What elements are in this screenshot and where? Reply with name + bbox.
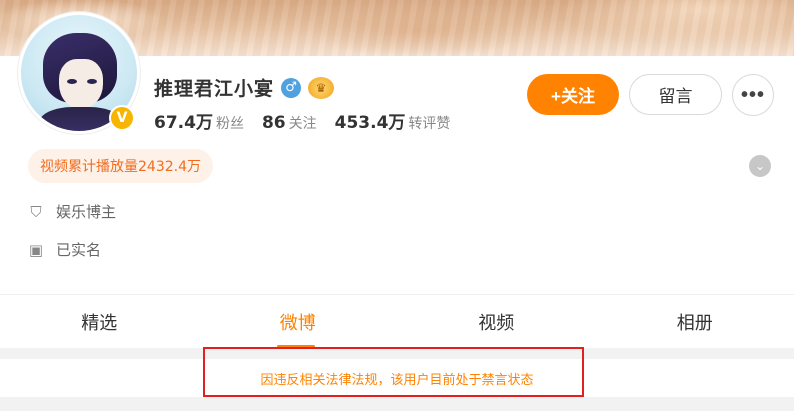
profile-page: V 推理君江小宴 ♂ ♛ 67.4万 粉丝 86 关注 453.4万 转评赞 +… [0,0,794,411]
info-category: ⛉ 娱乐博主 [28,201,116,222]
profile-tabs: 精选 微博 视频 相册 [0,295,794,348]
follow-button[interactable]: +关注 [527,74,619,115]
tab-featured[interactable]: 精选 [0,295,199,348]
user-name: 推理君江小宴 [154,78,275,100]
stat-fans[interactable]: 67.4万 粉丝 [154,108,244,133]
stat-following[interactable]: 86 关注 [262,113,317,133]
stat-label: 转评赞 [408,116,451,132]
stat-value: 86 [261,113,286,133]
tab-video[interactable]: 视频 [397,295,596,348]
stat-value: 453.4万 [334,113,406,133]
male-gender-icon: ♂ [281,77,302,98]
verified-icon: V [109,105,135,131]
stat-value: 67.4万 [154,113,213,133]
stat-label: 粉丝 [215,116,244,132]
tab-weibo[interactable]: 微博 [199,295,398,348]
avatar-face [59,59,103,109]
expand-chevron-icon[interactable]: ⌄ [749,155,771,177]
info-verification: ▣ 已实名 [28,239,101,260]
message-button[interactable]: 留言 [629,74,722,115]
avatar-eye-left [67,79,77,84]
stat-label: 关注 [288,116,317,132]
video-play-count-badge: 视频累计播放量2432.4万 [28,149,213,183]
category-text: 娱乐博主 [56,203,117,221]
tab-album[interactable]: 相册 [596,295,794,348]
name-row: 推理君江小宴 ♂ ♛ [154,74,335,101]
more-options-button[interactable]: ••• [732,74,774,116]
shield-icon: ⛉ [30,202,42,221]
avatar-eye-right [87,79,97,84]
stat-reposts-comments-likes[interactable]: 453.4万 转评赞 [335,108,451,133]
crown-icon[interactable]: ♛ [308,76,335,99]
id-card-icon: ▣ [28,240,44,259]
notice-highlight-box [203,347,584,397]
stats-row: 67.4万 粉丝 86 关注 453.4万 转评赞 [154,108,450,133]
verification-text: 已实名 [56,241,102,259]
